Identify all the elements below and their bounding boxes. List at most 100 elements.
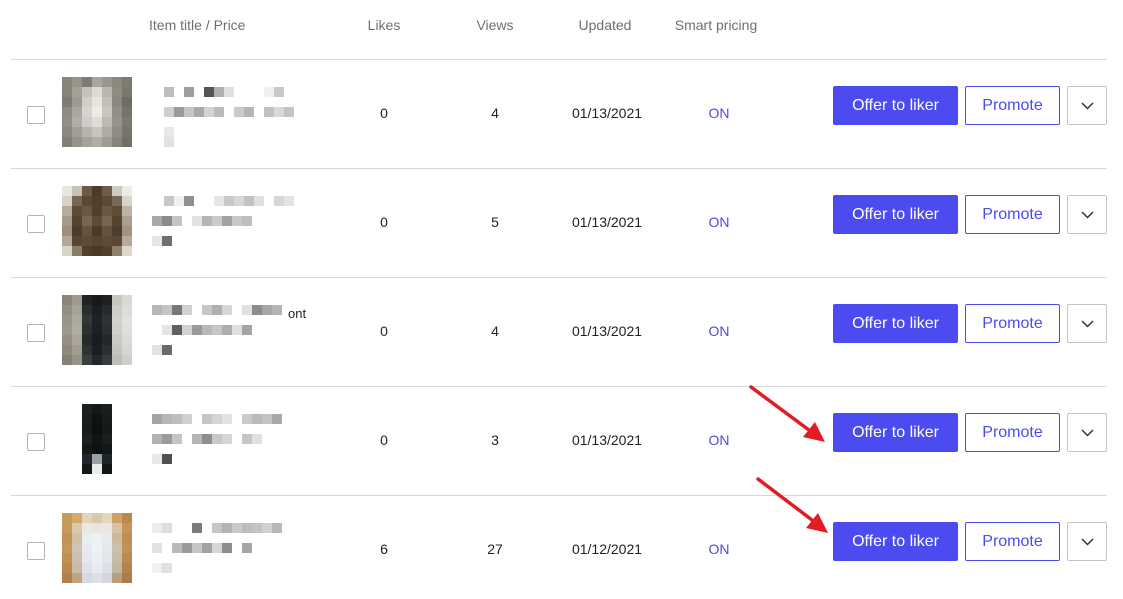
redacted-pixel xyxy=(222,414,232,424)
row-select-checkbox[interactable] xyxy=(27,215,45,233)
redacted-pixel xyxy=(192,434,202,444)
redacted-pixel xyxy=(212,543,222,553)
redacted-pixel xyxy=(264,107,274,117)
redacted-pixel xyxy=(164,127,174,137)
views-count: 4 xyxy=(491,105,499,121)
redacted-pixel xyxy=(204,87,214,97)
smart-pricing-status[interactable]: ON xyxy=(709,105,730,121)
redacted-pixel xyxy=(202,305,212,315)
redacted-pixel xyxy=(244,196,254,206)
redacted-pixel xyxy=(152,236,162,246)
promote-button[interactable]: Promote xyxy=(965,522,1060,561)
promote-button[interactable]: Promote xyxy=(965,413,1060,452)
redacted-pixel xyxy=(222,216,232,226)
redacted-pixel xyxy=(272,414,282,424)
redacted-pixel xyxy=(162,305,172,315)
smart-pricing-status[interactable]: ON xyxy=(709,214,730,230)
item-title-redacted[interactable] xyxy=(150,496,310,599)
redacted-pixel xyxy=(272,523,282,533)
redacted-pixel xyxy=(172,325,182,335)
redacted-pixel xyxy=(162,454,172,464)
item-title-redacted[interactable] xyxy=(150,387,310,496)
redacted-pixel xyxy=(274,87,284,97)
redacted-pixel xyxy=(212,434,222,444)
likes-count: 0 xyxy=(380,432,388,448)
redacted-pixel xyxy=(284,107,294,117)
redacted-pixel xyxy=(214,87,224,97)
item-thumbnail[interactable] xyxy=(62,77,132,147)
smart-pricing-status[interactable]: ON xyxy=(709,432,730,448)
redacted-pixel xyxy=(152,434,162,444)
redacted-pixel xyxy=(162,236,172,246)
item-title-redacted[interactable] xyxy=(150,169,310,278)
redacted-pixel xyxy=(212,325,222,335)
promote-button[interactable]: Promote xyxy=(965,195,1060,234)
more-actions-button[interactable] xyxy=(1067,86,1107,125)
views-count: 27 xyxy=(487,541,503,557)
redacted-pixel xyxy=(284,196,294,206)
redacted-pixel xyxy=(162,563,172,573)
item-thumbnail[interactable] xyxy=(62,186,132,256)
offer-to-liker-button[interactable]: Offer to liker xyxy=(833,304,958,343)
item-thumbnail[interactable] xyxy=(62,404,132,474)
table-header: Item title / Price Likes Views Updated S… xyxy=(0,0,1123,50)
item-title-fragment: ont xyxy=(288,306,307,321)
redacted-pixel xyxy=(222,523,232,533)
redacted-pixel xyxy=(202,414,212,424)
views-count: 4 xyxy=(491,323,499,339)
row-select-checkbox[interactable] xyxy=(27,106,45,124)
item-title-redacted[interactable] xyxy=(150,60,310,169)
header-likes: Likes xyxy=(367,17,401,33)
redacted-pixel xyxy=(242,216,252,226)
redacted-pixel xyxy=(222,434,232,444)
likes-count: 6 xyxy=(380,541,388,557)
redacted-pixel xyxy=(172,434,182,444)
redacted-pixel xyxy=(274,107,284,117)
item-title-redacted[interactable] xyxy=(150,278,310,387)
views-count: 5 xyxy=(491,214,499,230)
smart-pricing-status[interactable]: ON xyxy=(709,541,730,557)
redacted-pixel xyxy=(202,543,212,553)
smart-pricing-status[interactable]: ON xyxy=(709,323,730,339)
header-smart-pricing: Smart pricing xyxy=(674,17,758,33)
offer-to-liker-button[interactable]: Offer to liker xyxy=(833,86,958,125)
redacted-pixel xyxy=(192,543,202,553)
redacted-pixel xyxy=(152,543,162,553)
redacted-pixel xyxy=(202,216,212,226)
offer-to-liker-button[interactable]: Offer to liker xyxy=(833,522,958,561)
updated-date: 01/13/2021 xyxy=(571,432,643,448)
chevron-down-icon xyxy=(1081,211,1094,219)
more-actions-button[interactable] xyxy=(1067,413,1107,452)
redacted-pixel xyxy=(212,523,222,533)
redacted-pixel xyxy=(202,325,212,335)
redacted-pixel xyxy=(242,543,252,553)
redacted-pixel xyxy=(214,107,224,117)
chevron-down-icon xyxy=(1081,320,1094,328)
redacted-pixel xyxy=(162,325,172,335)
redacted-pixel xyxy=(162,434,172,444)
redacted-pixel xyxy=(262,523,272,533)
header-views: Views xyxy=(476,17,514,33)
redacted-pixel xyxy=(172,305,182,315)
row-select-checkbox[interactable] xyxy=(27,433,45,451)
redacted-pixel xyxy=(152,305,162,315)
more-actions-button[interactable] xyxy=(1067,522,1107,561)
redacted-pixel xyxy=(212,305,222,315)
redacted-pixel xyxy=(164,107,174,117)
row-select-checkbox[interactable] xyxy=(27,324,45,342)
item-thumbnail[interactable] xyxy=(62,513,132,583)
table-row: ont 0 4 01/13/2021 ON Offer to liker Pro… xyxy=(0,278,1123,387)
promote-button[interactable]: Promote xyxy=(965,304,1060,343)
offer-to-liker-button[interactable]: Offer to liker xyxy=(833,195,958,234)
redacted-pixel xyxy=(212,216,222,226)
redacted-pixel xyxy=(232,325,242,335)
redacted-pixel xyxy=(162,345,172,355)
item-thumbnail[interactable] xyxy=(62,295,132,365)
more-actions-button[interactable] xyxy=(1067,304,1107,343)
promote-button[interactable]: Promote xyxy=(965,86,1060,125)
more-actions-button[interactable] xyxy=(1067,195,1107,234)
offer-to-liker-button[interactable]: Offer to liker xyxy=(833,413,958,452)
redacted-pixel xyxy=(222,543,232,553)
row-select-checkbox[interactable] xyxy=(27,542,45,560)
likes-count: 0 xyxy=(380,214,388,230)
